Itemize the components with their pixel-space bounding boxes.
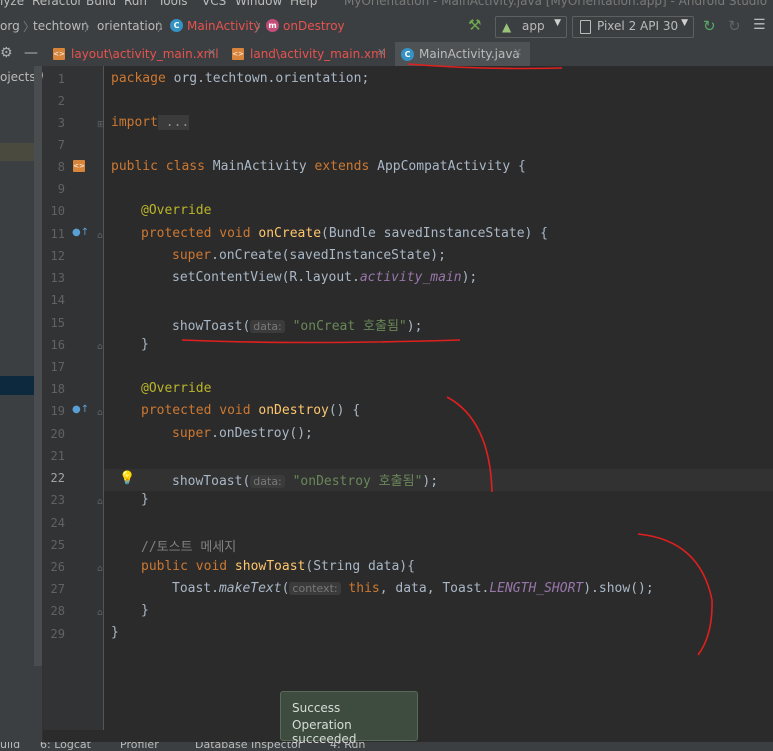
tool-build[interactable]: uild [0, 742, 20, 751]
tool-profiler[interactable]: Profiler [120, 742, 159, 751]
pen-mark-ondestroy [446, 396, 493, 493]
pen-annotations [181, 63, 713, 656]
pen-underline-tab [407, 63, 563, 70]
toast-message: Operation succeeded [292, 718, 357, 746]
notification-toast[interactable]: Success Operation succeeded [280, 691, 418, 746]
toast-title: Success [292, 701, 341, 715]
tool-logcat[interactable]: 6: Logcat [40, 742, 91, 751]
tool-database-inspector[interactable]: Database Inspector [195, 742, 302, 751]
pen-mark-showtoast [637, 533, 713, 656]
pen-underline-line-15 [181, 339, 461, 344]
